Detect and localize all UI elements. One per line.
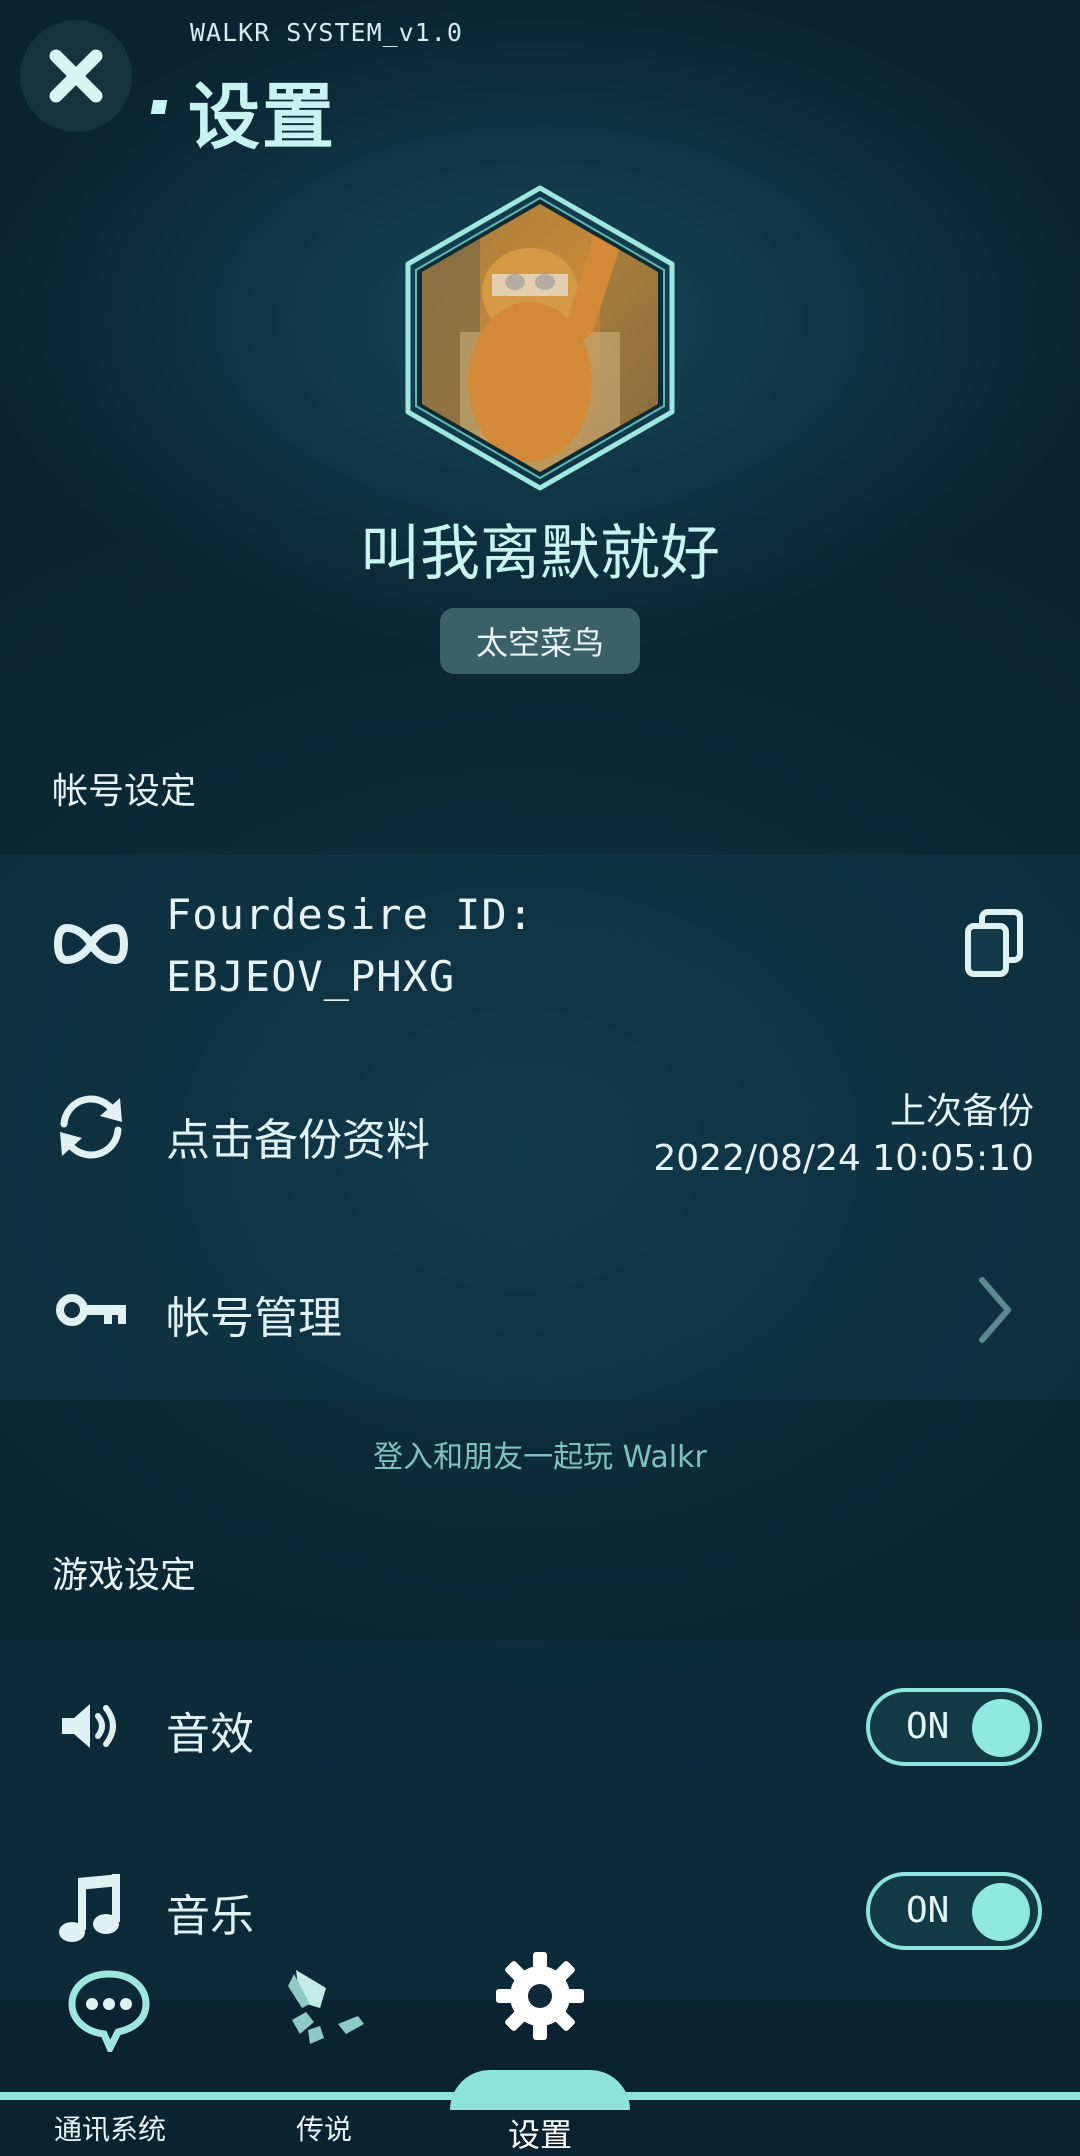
system-version-label: WALKR SYSTEM_v1.0: [190, 18, 463, 47]
username: 叫我离默就好: [360, 519, 720, 589]
fourdesire-id-value: EBJEOV_PHXG: [166, 952, 456, 1001]
toggle-knob: [972, 1699, 1030, 1757]
gear-icon: [494, 1950, 586, 2046]
title-dot: [150, 100, 168, 114]
nav-item-legends[interactable]: 传说: [244, 1960, 404, 2150]
music-note-icon: [56, 1872, 126, 1950]
account-section-header: 帐号设定: [52, 771, 197, 812]
copy-icon[interactable]: [962, 908, 1026, 984]
nav-item-settings[interactable]: 设置: [460, 1940, 620, 2156]
account-management-label: 帐号管理: [166, 1293, 342, 1344]
music-label: 音乐: [166, 1891, 254, 1942]
backup-label: 点击备份资料: [166, 1115, 430, 1166]
close-button[interactable]: [20, 20, 132, 132]
nav-label-legends: 传说: [295, 2113, 352, 2146]
key-icon: [54, 1290, 130, 1334]
close-icon: [49, 49, 103, 103]
chevron-right-icon: [976, 1274, 1016, 1350]
nav-item-comms[interactable]: 通讯系统: [30, 1960, 190, 2150]
last-backup-label: 上次备份: [889, 1091, 1034, 1132]
sync-icon: [52, 1090, 130, 1168]
nav-label-settings: 设置: [507, 2116, 572, 2154]
avatar[interactable]: [400, 182, 680, 492]
toggle-knob: [972, 1883, 1030, 1941]
fourdesire-id-label: Fourdesire ID:: [166, 890, 535, 939]
account-management-row[interactable]: 帐号管理: [0, 1250, 1080, 1370]
infinity-icon: [53, 922, 129, 970]
login-hint[interactable]: 登入和朋友一起玩 Walkr: [0, 1432, 1080, 1476]
settings-screen: WALKR SYSTEM_v1.0 设置 叫我离默就好 太空菜鸟 帐号设定 Fo…: [0, 0, 1080, 2156]
last-backup-info: 上次备份 2022/08/24 10:05:10: [653, 1082, 1034, 1179]
sound-effects-toggle[interactable]: ON: [866, 1688, 1042, 1766]
music-toggle[interactable]: ON: [866, 1872, 1042, 1950]
game-section-header: 游戏设定: [52, 1555, 197, 1596]
speaker-icon: [58, 1700, 124, 1756]
rank-badge: 太空菜鸟: [440, 608, 640, 674]
chat-bubble-icon: [66, 1968, 152, 2057]
page-title: 设置: [188, 75, 337, 159]
sound-toggle-label: ON: [906, 1706, 950, 1747]
last-backup-time: 2022/08/24 10:05:10: [653, 1138, 1034, 1179]
sound-effects-label: 音效: [166, 1709, 254, 1760]
nav-label-comms: 通讯系统: [53, 2113, 166, 2146]
rocket-icon: [280, 1964, 372, 2056]
music-toggle-label: ON: [906, 1890, 950, 1931]
